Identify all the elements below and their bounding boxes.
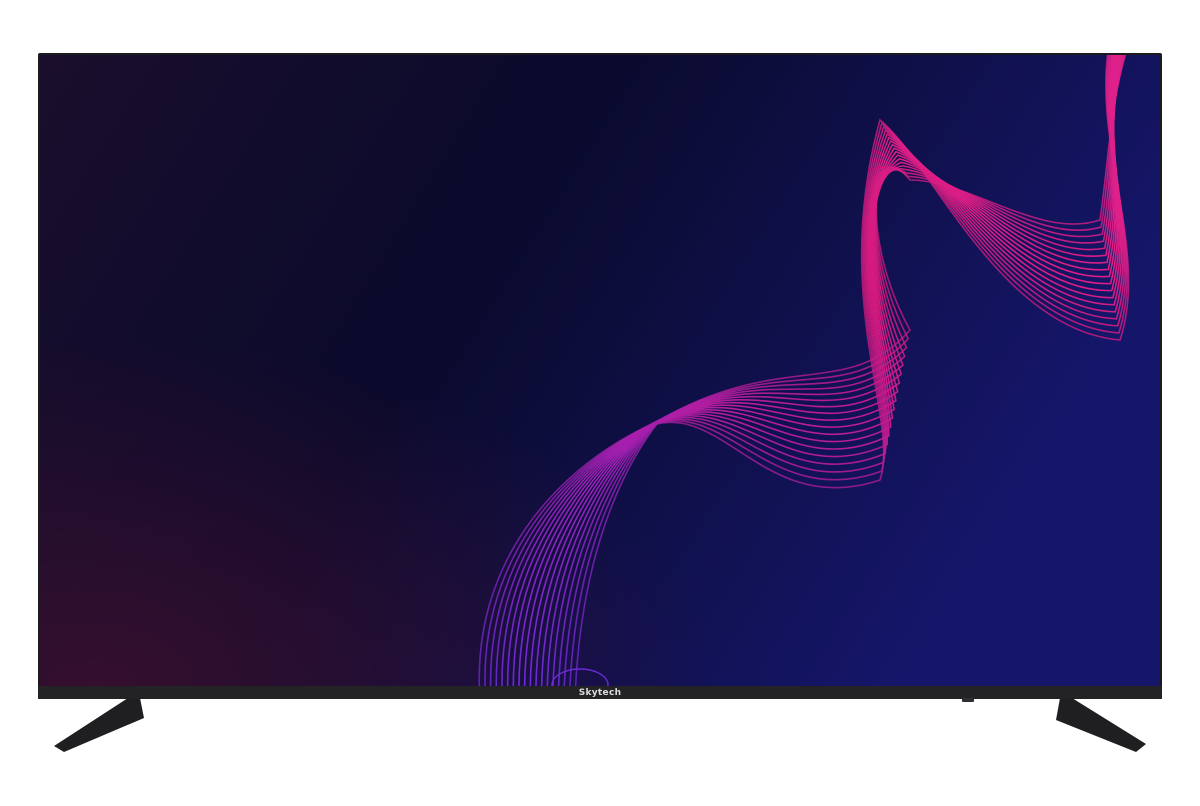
brand-logo: Skytech [579, 688, 622, 698]
product-stage: Skytech [0, 0, 1200, 806]
tv-stand [54, 698, 1146, 752]
stand-leg-left [54, 698, 144, 752]
power-sensor [962, 698, 974, 702]
tv-screen [40, 55, 1160, 686]
stand-leg-right [1056, 698, 1146, 752]
tv-illustration: Skytech [38, 53, 1162, 752]
